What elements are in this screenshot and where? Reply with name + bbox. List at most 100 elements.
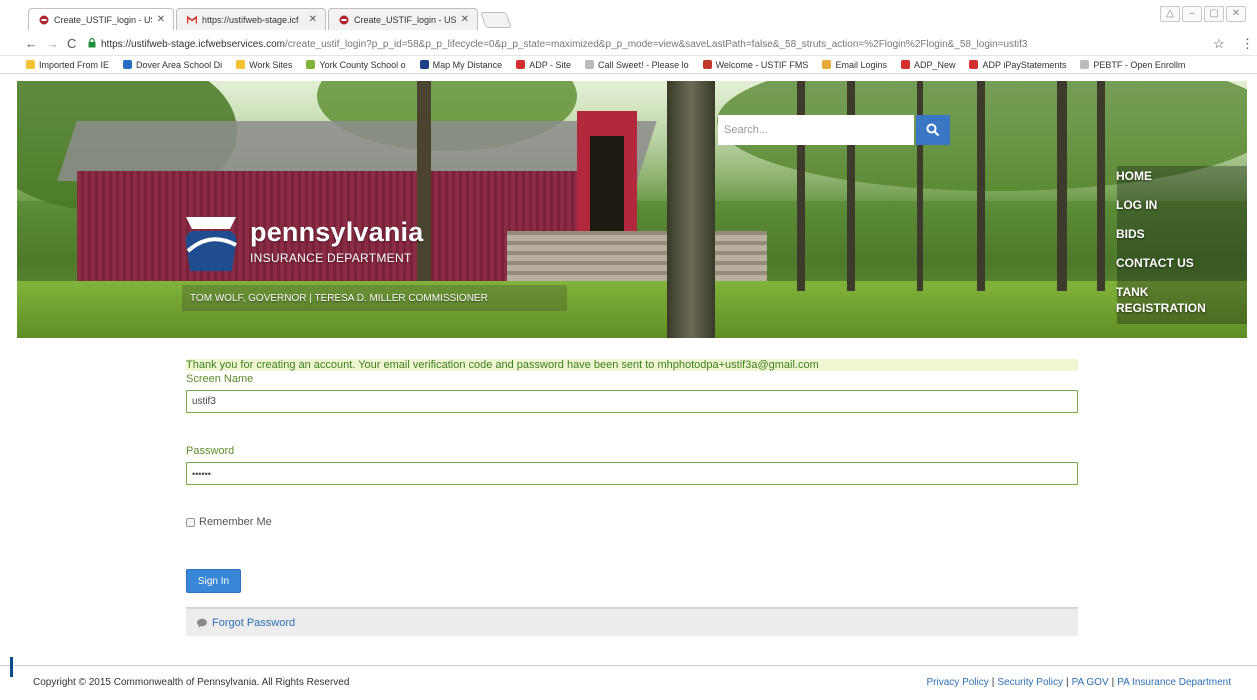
pa-insurance-department-link[interactable]: PA Insurance Department: [1117, 677, 1231, 688]
lock-icon: [88, 37, 96, 51]
bookmark-label: Work Sites: [249, 59, 293, 70]
logo-wordmark: pennsylvania: [250, 217, 424, 247]
gmail-icon: [187, 15, 197, 25]
bookmark-item[interactable]: ADP - Site: [516, 60, 571, 70]
bookmark-icon: [419, 60, 429, 69]
address-bar[interactable]: https://ustifweb-stage.icfwebservices.co…: [88, 34, 1218, 54]
forgot-password-link[interactable]: Forgot Password: [212, 617, 295, 629]
bookmark-icon: [236, 60, 246, 69]
nav-bids[interactable]: BIDS: [1116, 227, 1206, 241]
tab-create-ustif-login[interactable]: Create_USTIF_login - UST ✕: [28, 8, 174, 30]
bookmark-icon: [900, 60, 910, 69]
bookmark-icon: [702, 60, 712, 69]
bookmark-item[interactable]: Dover Area School Di: [123, 60, 222, 70]
sign-in-button[interactable]: Sign In: [186, 569, 241, 593]
screen-name-value: ustif3: [192, 396, 216, 407]
bookmark-icon: [585, 60, 595, 69]
minimize-icon[interactable]: –: [1182, 6, 1202, 22]
bookmark-item[interactable]: ADP iPayStatements: [969, 60, 1066, 70]
page-content: pennsylvania INSURANCE DEPARTMENT TOM WO…: [0, 75, 1257, 700]
bookmark-label: Call Sweet! - Please lo: [598, 59, 689, 70]
logo-subtitle: INSURANCE DEPARTMENT: [250, 251, 412, 265]
bookmark-label: York County School o: [319, 59, 406, 70]
bookmark-item[interactable]: Map My Distance: [419, 59, 503, 70]
forward-arrow-icon[interactable]: →: [46, 36, 59, 51]
tab-ustifweb-stage[interactable]: https://ustifweb-stage.icf ✕: [176, 8, 326, 30]
bookmark-icon: [516, 60, 526, 69]
governor-line: TOM WOLF, GOVERNOR | TERESA D. MILLER CO…: [190, 293, 488, 304]
bookmark-label: Imported From IE: [39, 59, 110, 70]
bookmark-label: ADP iPayStatements: [982, 59, 1067, 70]
password-field[interactable]: ••••••: [186, 462, 1078, 485]
bookmark-icon: [969, 60, 979, 69]
bookmark-icon: [1080, 60, 1090, 69]
security-policy-link[interactable]: Security Policy: [997, 677, 1063, 688]
bookmark-label: Welcome - USTIF FMS: [715, 59, 809, 70]
site-favicon-icon: [39, 15, 49, 25]
nav-registration[interactable]: REGISTRATION: [1116, 301, 1206, 315]
bookmark-item[interactable]: PEBTF - Open Enrollm: [1080, 60, 1185, 70]
url-host: https://ustifweb-stage.icfwebservices.co…: [101, 38, 285, 50]
bookmark-icon: [123, 60, 133, 69]
screen-name-label: Screen Name: [186, 373, 254, 385]
bookmark-label: Map My Distance: [432, 59, 503, 70]
footer-links: Privacy Policy | Security Policy | PA GOV | PA…: [926, 677, 1231, 688]
screen-name-field[interactable]: ustif3: [186, 390, 1078, 413]
nav-log-in[interactable]: LOG IN: [1116, 198, 1206, 212]
nav-home[interactable]: HOME: [1116, 169, 1206, 183]
search-icon: [926, 123, 940, 137]
tab-create-ustif-login-2[interactable]: Create_USTIF_login - UST ✕: [328, 8, 478, 30]
maximize-icon[interactable]: ▢: [1204, 6, 1224, 22]
bookmark-icon: [822, 60, 832, 69]
bookmark-item[interactable]: Email Logins: [822, 60, 887, 70]
bookmark-item[interactable]: Welcome - USTIF FMS: [702, 59, 809, 70]
bookmark-star-icon[interactable]: ☆: [1213, 36, 1225, 52]
main-navigation: HOME LOG IN BIDS CONTACT US TANK REGISTR…: [1116, 169, 1206, 315]
password-label: Password: [186, 445, 235, 457]
pa-gov-link[interactable]: PA GOV: [1072, 677, 1109, 688]
password-value: ••••••: [192, 468, 211, 479]
back-arrow-icon[interactable]: ←: [25, 36, 38, 51]
bookmark-icon: [26, 60, 35, 69]
remember-me[interactable]: Remember Me: [186, 516, 272, 528]
user-profile-icon[interactable]: △: [1160, 6, 1180, 22]
close-window-icon[interactable]: ✕: [1226, 6, 1246, 22]
nav-contact-us[interactable]: CONTACT US: [1116, 256, 1206, 270]
search-button[interactable]: [916, 115, 950, 145]
bookmark-item[interactable]: ADP_New: [900, 59, 956, 70]
search-input[interactable]: Search...: [718, 115, 914, 145]
success-notice: Thank you for creating an account. Your …: [186, 359, 1078, 371]
window-controls: △ – ▢ ✕: [1160, 6, 1246, 22]
url-path: /create_ustif_login?p_p_id=58&p_p_lifecy…: [284, 38, 1028, 50]
menu-kebab-icon[interactable]: ⋮: [1241, 36, 1254, 52]
bookmark-icon: [306, 60, 316, 69]
bookmark-item[interactable]: York County School o: [306, 59, 406, 70]
remember-me-checkbox[interactable]: [186, 517, 195, 527]
close-tab-icon[interactable]: ✕: [461, 14, 469, 25]
bookmark-item[interactable]: Work Sites: [236, 60, 292, 70]
browser-tab-bar: Create_USTIF_login - UST ✕ https://ustif…: [0, 0, 1257, 32]
tab-title: Create_USTIF_login - UST: [354, 14, 456, 25]
forgot-password-bar: Forgot Password: [186, 607, 1078, 636]
nav-tank[interactable]: TANK: [1116, 285, 1206, 299]
site-favicon-icon: [339, 15, 349, 25]
tab-title: Create_USTIF_login - UST: [54, 14, 152, 25]
tab-title: https://ustifweb-stage.icf: [202, 14, 299, 25]
page-footer: Copyright © 2015 Commonwealth of Pennsyl…: [0, 665, 1257, 700]
bookmark-label: Dover Area School Di: [136, 59, 223, 70]
bookmark-item[interactable]: Imported From IE: [26, 60, 109, 70]
copyright-text: Copyright © 2015 Commonwealth of Pennsyl…: [33, 677, 350, 688]
close-tab-icon[interactable]: ✕: [157, 14, 165, 25]
search-placeholder: Search...: [724, 124, 769, 136]
new-tab-button[interactable]: [480, 12, 512, 28]
bookmark-label: PEBTF - Open Enrollm: [1093, 59, 1186, 70]
bookmark-label: Email Logins: [835, 59, 887, 70]
bookmark-item[interactable]: Call Sweet! - Please lo: [585, 60, 689, 70]
keystone-icon: [185, 217, 237, 271]
bookmark-label: ADP_New: [913, 59, 956, 70]
reload-icon[interactable]: C: [67, 36, 76, 51]
close-tab-icon[interactable]: ✕: [309, 14, 317, 25]
bookmark-label: ADP - Site: [529, 59, 572, 70]
speech-bubble-icon: [197, 618, 207, 627]
privacy-policy-link[interactable]: Privacy Policy: [927, 677, 989, 688]
